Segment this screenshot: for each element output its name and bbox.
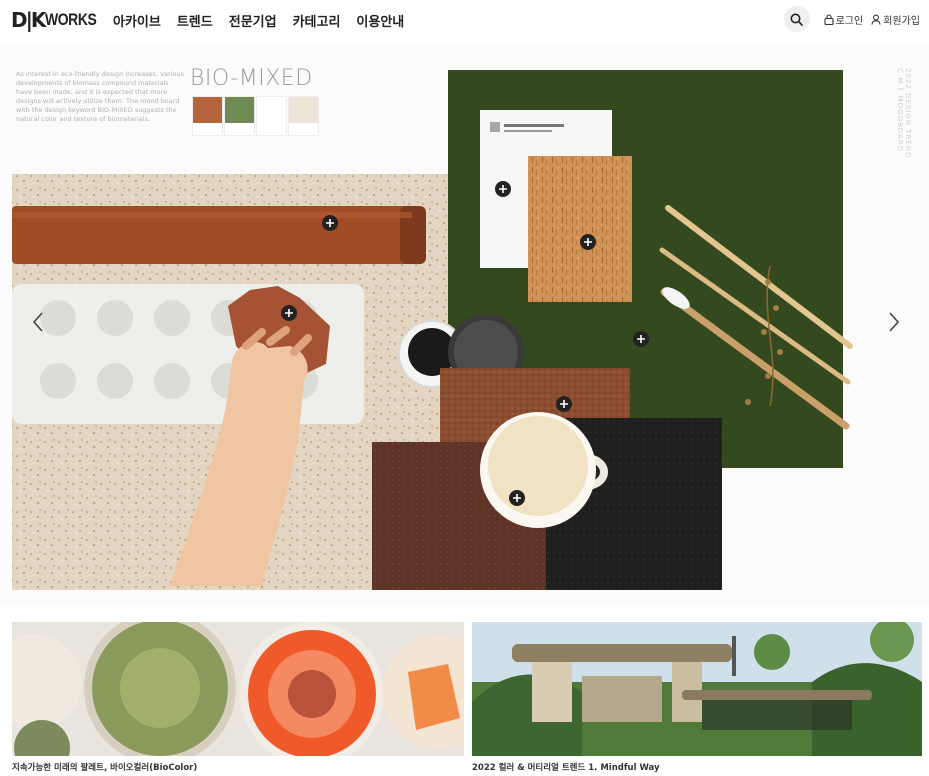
garden-pavilion-image <box>472 622 922 756</box>
hero-side-text: 2022 DESIGN TREND C.M.F MOODBOARD <box>896 68 912 159</box>
swatch-green <box>224 96 255 136</box>
header-utilities: 로그인 회원가입 <box>783 6 920 32</box>
hotspot-2[interactable] <box>494 180 512 198</box>
swatch-brown <box>192 96 223 136</box>
swatch-white <box>256 96 287 136</box>
main-nav: 아카이브 트렌드 전문기업 카테고리 이용안내 <box>113 11 404 30</box>
color-swatches <box>192 96 319 136</box>
article-card-biocolor[interactable]: 지속가능한 미래의 팔레트, 바이오컬러(BioColor) <box>12 622 464 773</box>
hero-title: BIO-MIXED <box>190 66 313 91</box>
nav-category[interactable]: 카테고리 <box>293 11 341 30</box>
article-cards: 지속가능한 미래의 팔레트, 바이오컬러(BioColor) 2022 컬러 &… <box>12 622 922 773</box>
user-icon <box>871 14 881 25</box>
search-icon <box>790 13 803 26</box>
lock-icon <box>824 13 834 25</box>
nav-archive[interactable]: 아카이브 <box>113 11 161 30</box>
hotspot-1[interactable] <box>321 214 339 232</box>
signup-label: 회원가입 <box>883 15 920 27</box>
article-thumbnail <box>472 622 922 756</box>
search-button[interactable] <box>783 6 810 32</box>
article-caption: 2022 컬러 & 머티리얼 트렌드 1. Mindful Way <box>472 763 660 773</box>
signup-link[interactable]: 회원가입 <box>871 12 920 27</box>
nav-guide[interactable]: 이용안내 <box>356 11 404 30</box>
hotspot-4[interactable] <box>280 304 298 322</box>
prev-slide-button[interactable] <box>24 308 52 336</box>
article-thumbnail <box>12 622 464 756</box>
hotspot-5[interactable] <box>632 330 650 348</box>
next-slide-button[interactable] <box>880 308 908 336</box>
logo-wordmark: WORKS <box>45 10 97 29</box>
moodboard-image <box>12 70 853 590</box>
logo[interactable]: D|K WORKS <box>11 8 108 32</box>
login-label: 로그인 <box>835 15 864 27</box>
site-header: D|K WORKS 아카이브 트렌드 전문기업 카테고리 이용안내 로그인 회원… <box>0 0 929 44</box>
nav-trend[interactable]: 트렌드 <box>177 11 213 30</box>
hero-slider: As interest in eco-friendly design incre… <box>0 46 929 606</box>
article-card-mindful-way[interactable]: 2022 컬러 & 머티리얼 트렌드 1. Mindful Way <box>472 622 922 773</box>
hotspot-3[interactable] <box>579 233 597 251</box>
hotspot-7[interactable] <box>508 489 526 507</box>
nav-companies[interactable]: 전문기업 <box>229 11 277 30</box>
article-caption: 지속가능한 미래의 팔레트, 바이오컬러(BioColor) <box>12 763 198 773</box>
login-link[interactable]: 로그인 <box>824 12 864 27</box>
chevron-right-icon <box>889 312 900 332</box>
chevron-left-icon <box>32 312 43 332</box>
logo-mark: D|K <box>11 8 46 32</box>
hero-intro-text: As interest in eco-friendly design incre… <box>16 70 184 123</box>
hotspot-6[interactable] <box>555 395 573 413</box>
petri-dish-image <box>12 622 464 756</box>
swatch-cream <box>288 96 319 136</box>
